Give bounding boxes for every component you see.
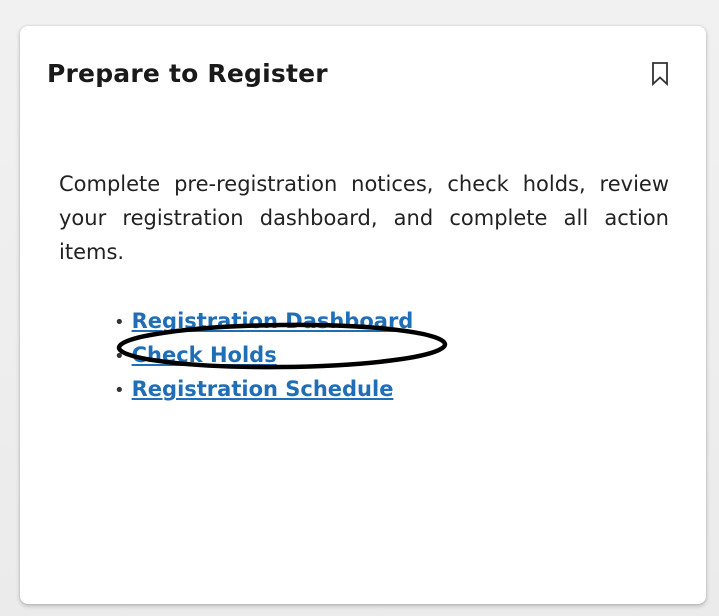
list-item: • Registration Dashboard	[114, 305, 413, 339]
check-holds-link[interactable]: Check Holds	[132, 343, 277, 367]
registration-schedule-link[interactable]: Registration Schedule	[132, 377, 394, 401]
page: Prepare to Register Complete pre-registr…	[0, 0, 719, 616]
bullet: •	[114, 380, 125, 401]
registration-dashboard-link[interactable]: Registration Dashboard	[132, 309, 414, 333]
prepare-to-register-card: Prepare to Register Complete pre-registr…	[20, 26, 706, 604]
card-title: Prepare to Register	[47, 59, 328, 88]
link-list: • Registration Dashboard • Check Holds • Re…	[114, 305, 413, 407]
bookmark-icon[interactable]	[650, 61, 670, 87]
list-item: • Registration Schedule	[114, 373, 413, 407]
card-description: Complete pre-registration notices, check…	[59, 172, 669, 264]
bullet: •	[114, 346, 125, 367]
list-item: • Check Holds	[114, 339, 413, 373]
bullet: •	[114, 312, 125, 333]
